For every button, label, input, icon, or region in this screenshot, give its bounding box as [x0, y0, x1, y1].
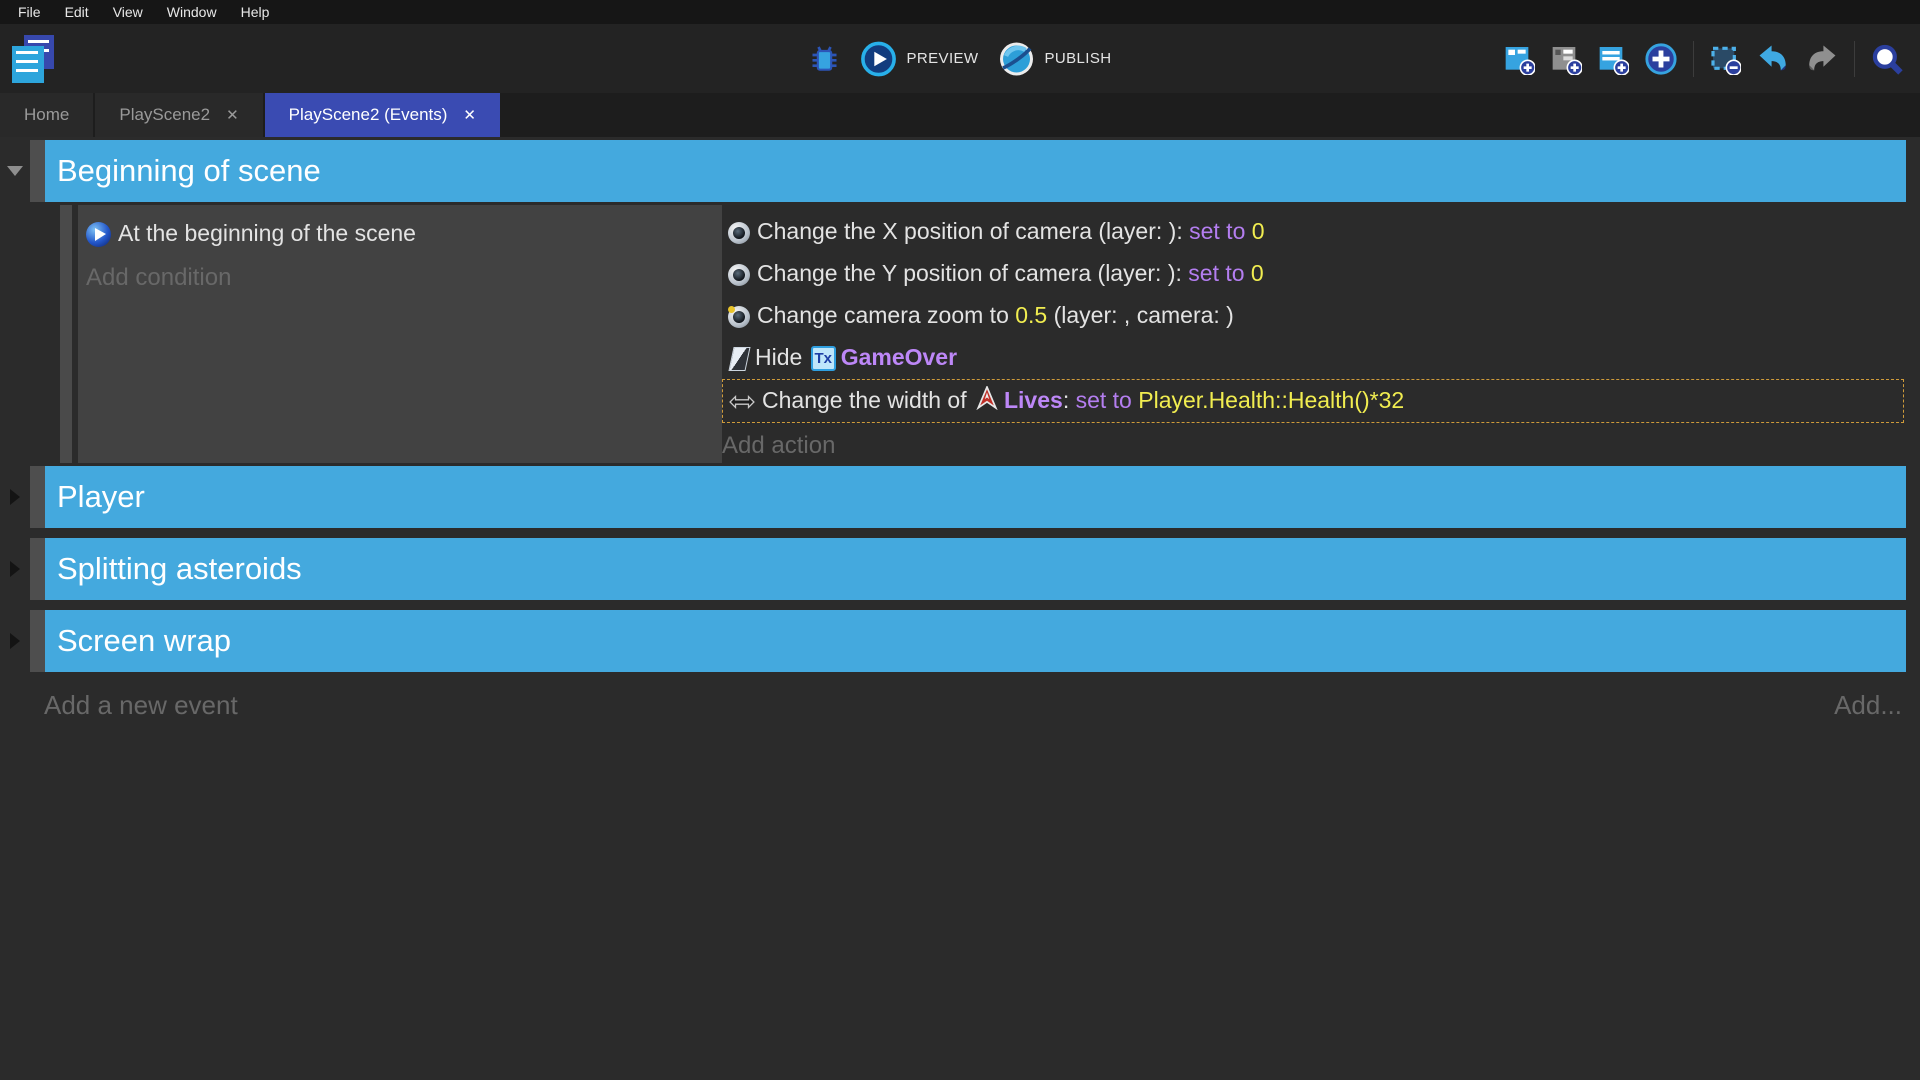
tab-playscene2-label: PlayScene2: [119, 105, 210, 125]
events-sheet: Beginning of scene At the beginning of t…: [0, 137, 1920, 721]
action-expression: Player.Health::Health()*32: [1132, 387, 1404, 413]
close-icon[interactable]: ✕: [463, 106, 476, 124]
action-camera-x[interactable]: Change the X position of camera (layer: …: [722, 211, 1904, 253]
condition-text: At the beginning of the scene: [118, 220, 416, 246]
group-drag-handle[interactable]: [30, 140, 45, 202]
group-player-header[interactable]: Player: [0, 466, 1906, 528]
event-drag-handle[interactable]: [60, 205, 72, 463]
close-icon[interactable]: ✕: [226, 106, 239, 124]
add-condition-link[interactable]: Add condition: [86, 261, 710, 295]
menu-bar: File Edit View Window Help: [0, 0, 1920, 24]
action-keyword: set to: [1189, 218, 1245, 244]
preview-button[interactable]: PREVIEW: [861, 41, 979, 77]
undo-icon[interactable]: [1756, 42, 1790, 76]
redo-icon[interactable]: [1805, 42, 1839, 76]
action-text: Change the X position of camera (layer: …: [757, 218, 1189, 244]
collapse-arrow-icon[interactable]: [10, 633, 20, 649]
action-hide-gameover[interactable]: Hide TxGameOver: [722, 337, 1904, 379]
condition-at-beginning[interactable]: At the beginning of the scene: [86, 213, 710, 255]
add-new-event-link[interactable]: Add a new event: [44, 690, 238, 721]
action-text: Change the Y position of camera (layer: …: [757, 260, 1188, 286]
group-beginning-of-scene-header[interactable]: Beginning of scene: [0, 140, 1906, 202]
sheet-footer: Add a new event Add...: [0, 690, 1906, 721]
add-more-link[interactable]: Add...: [1834, 690, 1902, 721]
action-value: 0.5: [1015, 302, 1047, 328]
menu-view[interactable]: View: [101, 0, 155, 24]
debugger-icon[interactable]: [809, 43, 841, 75]
object-name: GameOver: [841, 344, 957, 370]
add-other-icon[interactable]: [1644, 42, 1678, 76]
conditions-panel: At the beginning of the scene Add condit…: [78, 205, 722, 463]
action-camera-zoom[interactable]: Change camera zoom to 0.5 (layer: , came…: [722, 295, 1904, 337]
tab-playscene2-events-label: PlayScene2 (Events): [289, 105, 448, 125]
publish-globe-icon: [998, 41, 1034, 77]
app-logo-icon: [12, 35, 54, 83]
tab-home-label: Home: [24, 105, 69, 125]
preview-label: PREVIEW: [907, 50, 979, 67]
width-arrows-icon: [729, 382, 755, 422]
action-keyword: set to: [1076, 387, 1132, 413]
group-screen-wrap-header[interactable]: Screen wrap: [0, 610, 1906, 672]
group-title[interactable]: Player: [45, 466, 1906, 528]
tab-playscene2[interactable]: PlayScene2 ✕: [95, 93, 262, 137]
camera-icon: [728, 306, 750, 328]
add-event-icon[interactable]: [1503, 43, 1535, 75]
menu-file[interactable]: File: [6, 0, 53, 24]
group-drag-handle[interactable]: [30, 466, 45, 528]
camera-icon: [728, 222, 750, 244]
tab-bar: Home PlayScene2 ✕ PlayScene2 (Events) ✕: [0, 93, 1920, 137]
tab-playscene2-events[interactable]: PlayScene2 (Events) ✕: [265, 93, 500, 137]
group-title[interactable]: Screen wrap: [45, 610, 1906, 672]
group-title[interactable]: Beginning of scene: [45, 140, 1906, 202]
action-text: Change the width of: [762, 387, 973, 413]
begin-scene-orb-icon: [86, 222, 111, 247]
group-drag-handle[interactable]: [30, 538, 45, 600]
delete-selection-icon[interactable]: [1709, 43, 1741, 75]
text-object-icon: Tx: [811, 346, 836, 371]
group-splitting-asteroids-header[interactable]: Splitting asteroids: [0, 538, 1906, 600]
publish-label: PUBLISH: [1044, 50, 1111, 67]
group-title[interactable]: Splitting asteroids: [45, 538, 1906, 600]
menu-edit[interactable]: Edit: [53, 0, 101, 24]
actions-panel: Change the X position of camera (layer: …: [722, 205, 1906, 463]
menu-help[interactable]: Help: [229, 0, 282, 24]
add-comment-icon[interactable]: [1597, 43, 1629, 75]
action-text: :: [1063, 387, 1076, 413]
toolbar-separator: [1854, 41, 1855, 77]
event-beginning-of-scene: At the beginning of the scene Add condit…: [60, 205, 1906, 463]
add-action-link[interactable]: Add action: [722, 429, 1904, 463]
add-subevent-icon[interactable]: [1550, 43, 1582, 75]
tab-home[interactable]: Home: [0, 93, 93, 137]
action-text: (layer: , camera: ): [1047, 302, 1234, 328]
preview-play-icon: [861, 41, 897, 77]
publish-button[interactable]: PUBLISH: [998, 41, 1111, 77]
action-value: 0: [1245, 218, 1264, 244]
object-name: Lives: [1004, 387, 1063, 413]
toolbar-separator: [1693, 41, 1694, 77]
camera-icon: [728, 264, 750, 286]
main-toolbar: PREVIEW PUBLISH: [0, 24, 1920, 93]
search-icon[interactable]: [1870, 42, 1904, 76]
action-value: 0: [1245, 260, 1264, 286]
action-text: Hide: [755, 344, 809, 370]
menu-window[interactable]: Window: [155, 0, 229, 24]
collapse-arrow-icon[interactable]: [10, 561, 20, 577]
action-camera-y[interactable]: Change the Y position of camera (layer: …: [722, 253, 1904, 295]
action-text: Change camera zoom to: [757, 302, 1015, 328]
ship-object-icon: [975, 382, 999, 422]
expand-arrow-icon[interactable]: [7, 166, 23, 176]
action-change-width-lives[interactable]: Change the width of Lives: set to Player…: [722, 379, 1904, 423]
action-keyword: set to: [1188, 260, 1244, 286]
collapse-arrow-icon[interactable]: [10, 489, 20, 505]
group-drag-handle[interactable]: [30, 610, 45, 672]
visibility-icon: [728, 347, 750, 371]
